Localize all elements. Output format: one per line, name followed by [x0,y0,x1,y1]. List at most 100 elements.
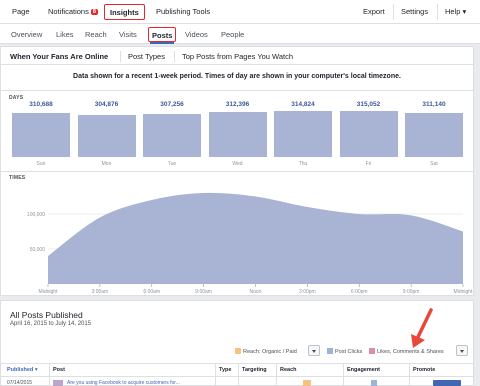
posts-date-range: April 16, 2015 to July 14, 2015 [10,321,92,327]
col-targeting[interactable]: Targeting [242,367,267,373]
timezone-notice: Data shown for a recent 1-week period. T… [1,65,473,91]
nav-export[interactable]: Export [363,7,385,16]
times-area-chart: 50,000 100,000 Midnight 3:00am 6:00am 9:00am N… [27,192,473,295]
y-tick-label: 100,000 [27,212,45,218]
legend-reach: Reach: Organic / Paid [235,348,297,355]
day-bar [339,111,398,157]
tab-videos[interactable]: Videos [185,30,208,39]
tab-post-types[interactable]: Post Types [128,52,165,61]
nav-settings[interactable]: Settings [401,7,428,16]
day-tick-label: Sat [430,161,438,167]
tab-reach[interactable]: Reach [85,30,107,39]
legend-reach-label: Reach: Organic / Paid [243,349,297,355]
table-row[interactable]: 07/14/2015 Are you using Facebook to acq… [1,378,473,386]
post-thumbnail [53,380,63,386]
legend-likes-comments-shares: Likes, Comments & Shares [369,348,444,355]
nav-notifications-label: Notifications [48,7,89,16]
legend-post-clicks: Post Clicks [327,348,362,355]
insights-subnav: Overview Likes Reach Visits Posts Videos… [0,24,480,44]
tab-people[interactable]: People [221,30,244,39]
day-value-label: 310,688 [29,101,53,108]
top-nav: Page Notifications 8 Insights Publishing … [0,0,480,24]
x-tick-label: Midnight [454,289,473,295]
divider [437,4,438,20]
day-bar-tue[interactable]: 307,256 Tue [141,101,203,167]
tab-when-fans-online[interactable]: When Your Fans Are Online [10,52,108,61]
col-published[interactable]: Published ▾ [7,367,38,373]
legend-likes-label: Likes, Comments & Shares [377,349,444,355]
x-tick-label: 6:00am [143,289,160,295]
x-tick-label: 3:00pm [299,289,316,295]
day-bar-thu[interactable]: 314,824 Thu [272,101,334,167]
x-tick-label: 9:00am [195,289,212,295]
row-post-link[interactable]: Are you using Facebook to acquire custom… [67,380,207,386]
x-tick-label: Noon [250,289,262,295]
col-post[interactable]: Post [53,367,65,373]
engagement-dropdown-button[interactable] [456,345,468,356]
day-value-label: 315,052 [356,101,381,108]
day-tick-label: Fri [365,161,372,167]
day-tick-label: Tue [167,161,177,167]
x-tick-label: 3:00am [92,289,109,295]
all-posts-panel: All Posts Published April 16, 2015 to Ju… [0,300,474,386]
day-value-label: 304,876 [94,101,119,108]
legend-swatch [369,348,375,354]
x-tick-label: 6:00pm [351,289,368,295]
day-bar [405,112,463,157]
day-bar-sun[interactable]: 310,688 Sun [10,101,72,167]
day-bar-sat[interactable]: 311,140 Sat [403,101,465,167]
reach-bar [303,380,311,386]
times-area [48,192,463,284]
tab-likes[interactable]: Likes [56,30,74,39]
day-bar-wed[interactable]: 312,396 Wed [207,101,269,167]
divider [174,51,175,62]
day-tick-label: Sun [36,161,46,167]
divider [120,51,121,62]
col-type[interactable]: Type [219,367,231,373]
nav-page[interactable]: Page [12,7,30,16]
y-tick-label: 50,000 [30,247,46,253]
posts-title: All Posts Published [10,310,83,320]
reach-dropdown-button[interactable] [308,345,320,356]
divider [393,4,394,20]
tab-top-posts[interactable]: Top Posts from Pages You Watch [182,52,293,61]
nav-notifications[interactable]: Notifications 8 [48,7,98,16]
row-published-date: 07/14/2015 [7,380,33,386]
x-tick-label: 9:00pm [403,289,420,295]
day-tick-label: Thu [298,161,308,167]
annotation-arrow-icon [411,308,433,348]
day-bar [274,111,332,157]
day-bar [208,112,267,157]
notifications-badge: 8 [90,9,98,15]
day-tick-label: Mon [101,161,112,167]
col-promote[interactable]: Promote [413,367,435,373]
panel-tabs: When Your Fans Are Online Post Types Top… [1,47,473,65]
tab-posts[interactable]: Posts [148,27,177,44]
tab-visits[interactable]: Visits [119,30,137,39]
times-chart: TIMES 50,000 100,000 Midnight 3:00am 6:00am 9… [1,171,473,297]
legend-swatch [235,348,241,354]
engagement-bar [371,380,377,386]
tab-overview[interactable]: Overview [11,30,42,39]
sort-down-icon: ▾ [34,367,38,373]
nav-help-label: Help [445,7,461,16]
nav-help[interactable]: Help ▾ [445,7,466,16]
day-value-label: 311,140 [422,101,446,108]
day-bar-fri[interactable]: 315,052 Fri [338,101,400,167]
legend-clicks-label: Post Clicks [335,349,363,355]
day-bar [143,114,201,157]
nav-publishing-tools[interactable]: Publishing Tools [156,7,210,16]
day-value-label: 307,256 [160,101,184,108]
boost-post-button[interactable] [433,380,461,386]
col-published-label: Published [7,367,34,373]
day-bar [77,115,136,157]
col-engagement[interactable]: Engagement [347,367,380,373]
posts-table-header: Published ▾ Post Type Targeting Reach En… [1,363,473,386]
legend-swatch [327,348,333,354]
day-value-label: 312,396 [225,101,250,108]
day-bar-mon[interactable]: 304,876 Mon [76,101,138,167]
nav-insights[interactable]: Insights [104,4,145,20]
col-reach[interactable]: Reach [280,367,297,373]
day-value-label: 314,824 [291,101,315,108]
x-tick-label: Midnight [39,289,59,295]
